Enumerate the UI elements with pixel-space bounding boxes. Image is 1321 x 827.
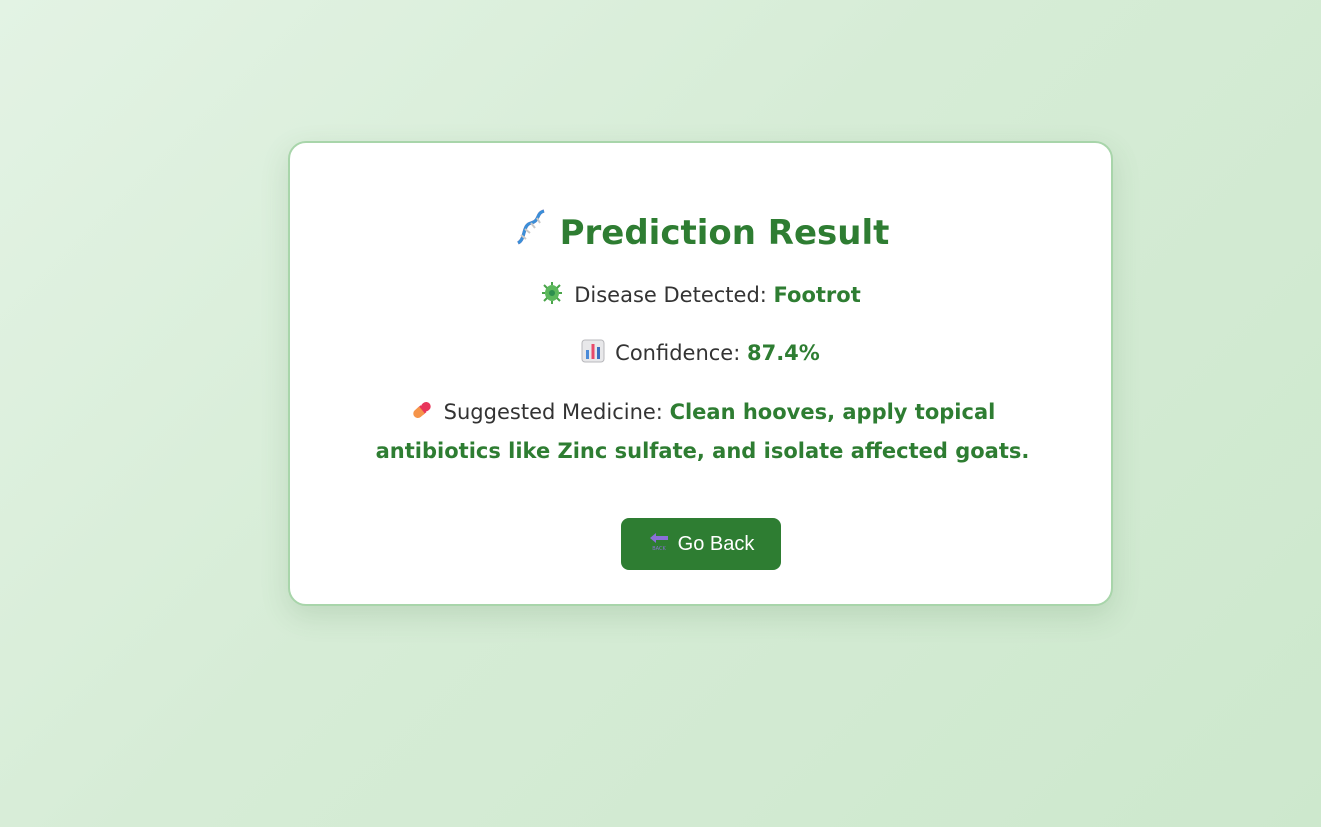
- confidence-label: Confidence:: [615, 341, 747, 365]
- microbe-icon: [540, 280, 564, 316]
- pill-icon: [410, 397, 434, 433]
- go-back-label: Go Back: [677, 533, 755, 555]
- disease-label: Disease Detected:: [574, 283, 774, 307]
- title-text: Prediction Result: [559, 213, 890, 253]
- disease-value: Footrot: [773, 283, 861, 307]
- confidence-row: Confidence: 87.4%: [290, 335, 1111, 374]
- medicine-row: Suggested Medicine: Clean hooves, apply …: [350, 394, 1055, 469]
- back-arrow-icon: BACK: [648, 530, 670, 558]
- go-back-button[interactable]: BACK Go Back: [621, 518, 781, 570]
- result-card: Prediction Result Disease Detected: Foot…: [288, 141, 1113, 606]
- medicine-label: Suggested Medicine:: [443, 400, 670, 424]
- disease-row: Disease Detected: Footrot: [290, 277, 1111, 316]
- page-title: Prediction Result: [290, 209, 1111, 257]
- bar-chart-icon: [581, 338, 605, 374]
- confidence-value: 87.4%: [746, 341, 820, 365]
- svg-text:BACK: BACK: [652, 546, 666, 552]
- dna-icon: [512, 209, 550, 257]
